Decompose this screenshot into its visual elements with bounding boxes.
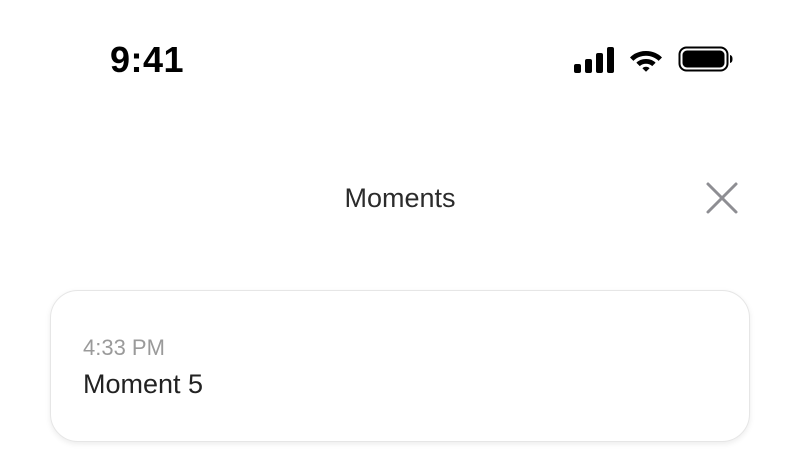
close-icon: [706, 182, 738, 214]
battery-icon: [678, 46, 733, 72]
moment-time: 4:33 PM: [83, 335, 165, 360]
status-bar: 9:41: [0, 0, 800, 120]
cellular-signal-icon: [574, 45, 614, 73]
moment-title: Moment 5: [83, 369, 204, 399]
page-title: Moments: [344, 183, 456, 213]
moments-screen: 9:41 Moments 4:33 PM Moment 5: [0, 0, 800, 450]
nav-header: Moments: [0, 170, 800, 226]
status-icons: [574, 44, 734, 74]
moment-card[interactable]: 4:33 PM Moment 5: [50, 290, 750, 442]
close-button[interactable]: [700, 176, 744, 220]
status-time: 9:41: [110, 39, 185, 80]
wifi-icon: [630, 51, 662, 72]
